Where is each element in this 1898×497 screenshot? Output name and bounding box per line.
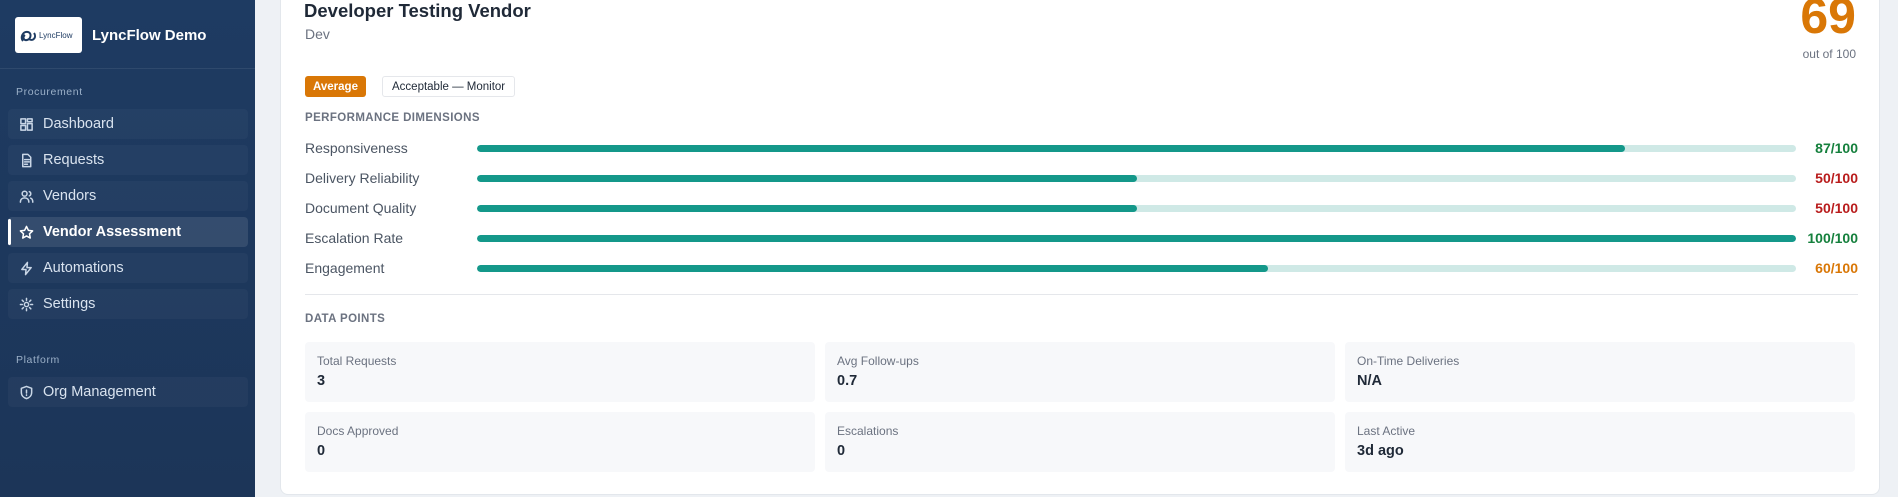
star-icon [18, 224, 34, 240]
dimension-row-engagement: Engagement 60/100 [305, 258, 1858, 278]
sidebar-item-label: Settings [43, 296, 96, 312]
data-point-avg-follow-ups: Avg Follow-ups 0.7 [825, 342, 1335, 402]
data-point-last-active: Last Active 3d ago [1345, 412, 1855, 472]
sidebar-item-requests[interactable]: Requests [8, 145, 248, 175]
dimension-bar-fill [477, 145, 1625, 152]
logo: LyncFlow [15, 17, 82, 53]
lightning-icon [18, 260, 34, 276]
data-point-value: 0 [837, 443, 846, 459]
dimension-value: 50/100 [1815, 170, 1858, 186]
svg-text:LyncFlow: LyncFlow [39, 31, 73, 40]
sidebar-item-label: Org Management [43, 384, 156, 400]
gear-icon [18, 296, 34, 312]
data-point-value: 3d ago [1357, 443, 1404, 459]
dimension-row-escalation-rate: Escalation Rate 100/100 [305, 228, 1858, 248]
data-point-value: 0 [317, 443, 326, 459]
data-point-value: N/A [1357, 373, 1382, 389]
dimension-value: 87/100 [1815, 140, 1858, 156]
data-point-on-time-deliveries: On-Time Deliveries N/A [1345, 342, 1855, 402]
dimension-bar-fill [477, 205, 1137, 212]
score-suffix: out of 100 [1802, 47, 1856, 61]
dimension-bar-track [477, 205, 1796, 212]
sidebar-item-org-management[interactable]: Org Management [8, 377, 248, 407]
performance-dimensions-title: PERFORMANCE DIMENSIONS [305, 112, 480, 124]
data-point-value: 3 [317, 373, 326, 389]
sidebar-item-label: Automations [43, 260, 124, 276]
dimension-label: Delivery Reliability [305, 170, 420, 186]
section-label-platform: Platform [16, 354, 60, 366]
rating-badge: Average [305, 76, 366, 97]
dimension-bar-fill [477, 175, 1137, 182]
dimension-bar-track [477, 175, 1796, 182]
sidebar-item-automations[interactable]: Automations [8, 253, 248, 283]
data-points-title: DATA POINTS [305, 313, 386, 325]
brand[interactable]: LyncFlow LyncFlow Demo [15, 17, 206, 53]
dimension-row-delivery-reliability: Delivery Reliability 50/100 [305, 168, 1858, 188]
dimension-label: Engagement [305, 260, 385, 276]
dimension-label: Escalation Rate [305, 230, 404, 246]
sidebar-item-label: Dashboard [43, 116, 114, 132]
data-point-label: Escalations [837, 424, 899, 438]
dimension-bar-fill [477, 265, 1269, 272]
data-point-escalations: Escalations 0 [825, 412, 1335, 472]
sidebar-item-label: Vendors [43, 188, 97, 204]
dimension-row-document-quality: Document Quality 50/100 [305, 198, 1858, 218]
dimension-bar-track [477, 265, 1796, 272]
dimension-label: Responsiveness [305, 140, 408, 156]
data-point-label: Docs Approved [317, 424, 399, 438]
dimension-row-responsiveness: Responsiveness 87/100 [305, 138, 1858, 158]
document-icon [18, 152, 34, 168]
section-label-procurement: Procurement [16, 86, 83, 98]
data-point-total-requests: Total Requests 3 [305, 342, 815, 402]
sidebar-item-label: Vendor Assessment [43, 224, 182, 240]
dimension-bar-fill [477, 235, 1796, 242]
dimension-bar-track [477, 235, 1796, 242]
sidebar-item-dashboard[interactable]: Dashboard [8, 109, 248, 139]
data-point-label: Avg Follow-ups [837, 354, 919, 368]
section-divider [305, 294, 1858, 295]
grid-icon [18, 116, 34, 132]
vendor-name: Developer Testing Vendor [304, 0, 531, 21]
shield-icon [18, 384, 34, 400]
dimension-bar-track [477, 145, 1796, 152]
sidebar-item-vendors[interactable]: Vendors [8, 181, 248, 211]
data-point-label: Last Active [1357, 424, 1416, 438]
vendor-category: Dev [305, 26, 330, 42]
sidebar-item-label: Requests [43, 152, 105, 168]
dimension-value: 100/100 [1807, 230, 1858, 246]
lyncflow-logo-icon: LyncFlow [20, 30, 73, 42]
sidebar-item-settings[interactable]: Settings [8, 289, 248, 319]
sidebar: LyncFlow LyncFlow Demo Procurement Dashb… [0, 0, 255, 497]
data-point-label: On-Time Deliveries [1357, 354, 1460, 368]
data-point-value: 0.7 [837, 373, 858, 389]
dimension-value: 60/100 [1815, 260, 1858, 276]
recommendation-badge: Acceptable — Monitor [382, 76, 516, 97]
brand-divider [0, 68, 255, 69]
sidebar-item-vendor-assessment[interactable]: Vendor Assessment [8, 217, 248, 247]
overall-score: 69 [1800, 0, 1856, 44]
data-point-label: Total Requests [317, 354, 397, 368]
app-name: LyncFlow Demo [92, 26, 207, 44]
users-icon [18, 188, 34, 204]
data-point-docs-approved: Docs Approved 0 [305, 412, 815, 472]
dimension-label: Document Quality [305, 200, 417, 216]
dimension-value: 50/100 [1815, 200, 1858, 216]
